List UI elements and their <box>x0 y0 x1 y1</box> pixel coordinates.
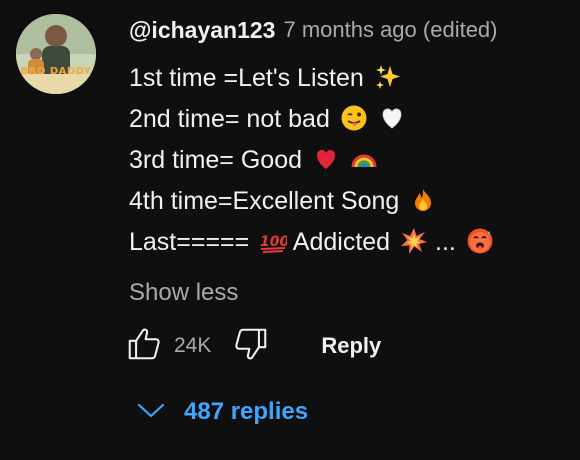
comment-timestamp[interactable]: 7 months ago (edited) <box>283 17 497 43</box>
comment-actions: 24K Reply <box>124 324 381 368</box>
winking-tongue-face-icon <box>340 104 368 132</box>
comment-line: 1st time =Let's Listen <box>129 58 569 99</box>
comment-header: @ichayan123 7 months ago (edited) <box>129 14 569 46</box>
comment-line: 3rd time= Good <box>129 140 569 181</box>
comment-line-text: 4th time=Excellent Song <box>129 187 400 215</box>
avatar-logo-text: BRO DADDY <box>20 66 92 77</box>
thumbs-up-icon <box>125 325 163 368</box>
white-heart-icon <box>378 104 406 132</box>
chevron-down-icon <box>136 400 166 425</box>
comment-line-text: Last===== <box>129 228 250 256</box>
reply-button[interactable]: Reply <box>321 333 381 359</box>
comment-line-text: Addicted <box>292 228 391 256</box>
like-count: 24K <box>174 334 212 357</box>
comment-line-text: ... <box>435 228 456 256</box>
comment-text: 1st time =Let's Listen 2nd time= not bad <box>129 58 569 263</box>
replies-count-label[interactable]: 487 replies <box>184 398 308 426</box>
hundred-points-icon: 100 <box>259 227 287 255</box>
dislike-button[interactable] <box>231 326 271 366</box>
comment-line: Last===== 100 Addicted ... <box>129 222 569 263</box>
comment-line-text: 2nd time= not bad <box>129 105 330 133</box>
comment-line: 4th time=Excellent Song <box>129 181 569 222</box>
comment: @ichayan123 7 months ago (edited) 1st ti… <box>129 14 569 307</box>
fire-icon <box>409 186 437 214</box>
comment-line-text: 1st time =Let's Listen <box>129 64 364 92</box>
sparkles-icon <box>374 63 402 91</box>
collision-icon <box>400 227 428 255</box>
like-button[interactable] <box>124 326 164 366</box>
comment-line: 2nd time= not bad <box>129 99 569 140</box>
replies-toggle[interactable]: 487 replies <box>136 392 308 432</box>
red-heart-icon <box>312 145 340 173</box>
comment-line-text: 3rd time= Good <box>129 146 303 174</box>
avatar[interactable]: BRO DADDY <box>16 14 96 94</box>
rainbow-icon <box>350 145 378 173</box>
show-less-button[interactable]: Show less <box>129 279 238 307</box>
thumbs-down-icon <box>232 325 270 368</box>
comment-author[interactable]: @ichayan123 <box>129 17 275 44</box>
hot-face-icon <box>466 227 494 255</box>
